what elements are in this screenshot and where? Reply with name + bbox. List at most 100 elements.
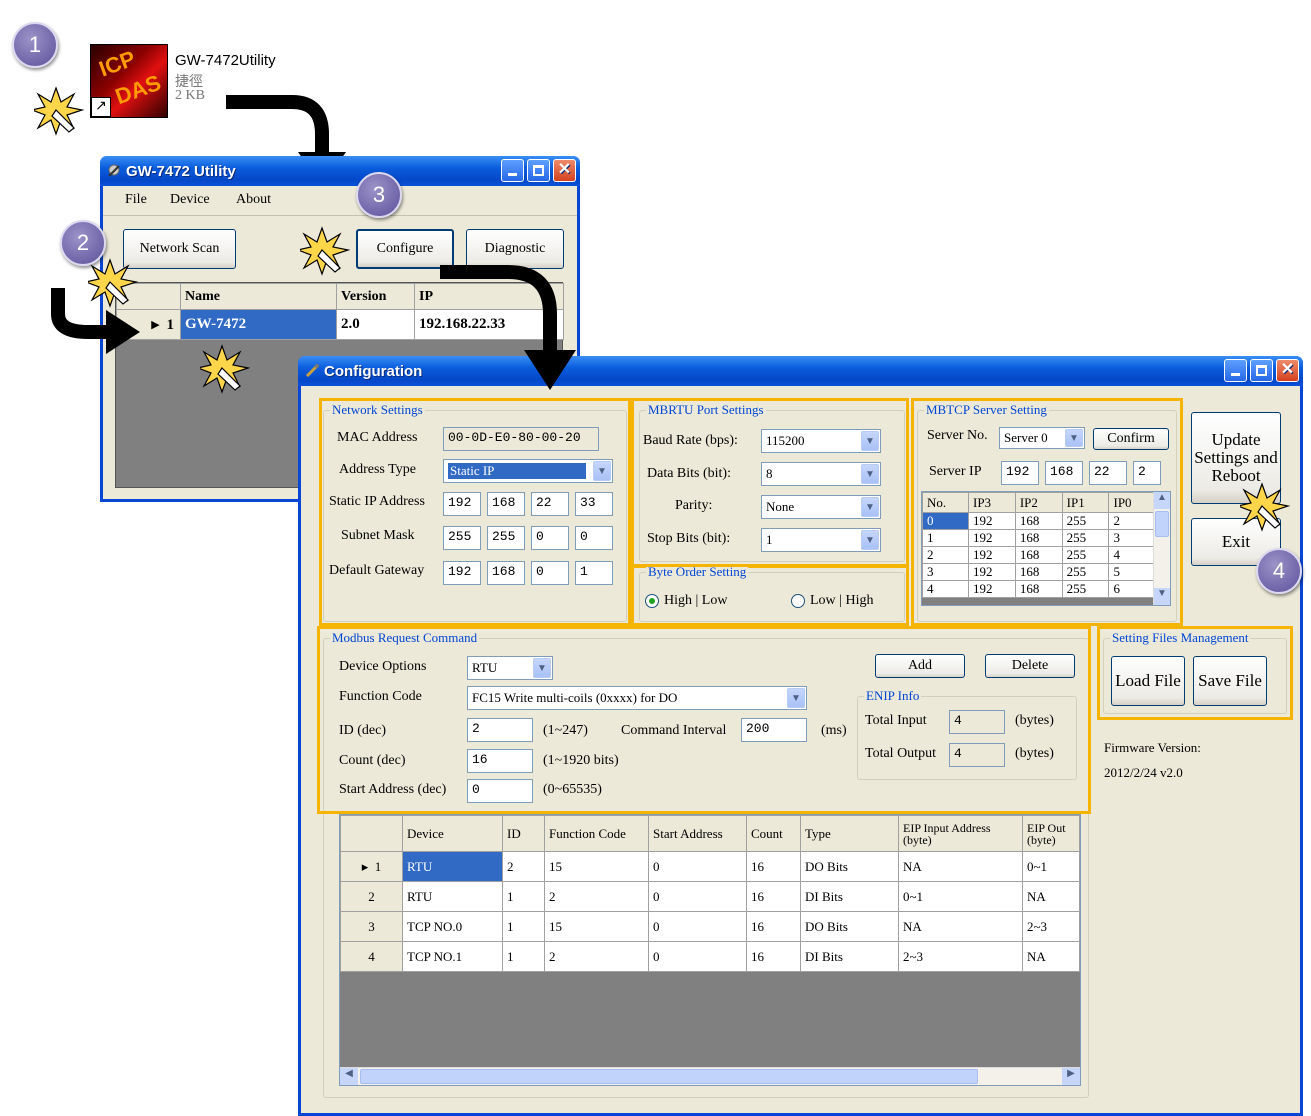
count-field[interactable]: 16 [467, 749, 533, 773]
subnet-mask-2[interactable]: 255 [487, 526, 525, 550]
scroll-thumb[interactable] [1155, 511, 1169, 537]
id-label: ID (dec) [339, 723, 387, 738]
save-file-button[interactable]: Save File [1193, 656, 1267, 706]
subnet-mask-1[interactable]: 255 [443, 526, 481, 550]
server-ip-1[interactable]: 192 [1001, 461, 1039, 485]
server-row[interactable]: 0 192 168 255 2 [922, 512, 1154, 530]
firmware-label: Firmware Version: [1104, 740, 1201, 755]
server-cell: 6 [1108, 580, 1154, 598]
function-code-label: Function Code [339, 689, 422, 704]
server-ip-2[interactable]: 168 [1045, 461, 1083, 485]
server-ip-label: Server IP [929, 464, 982, 479]
device-version: 2.0 [336, 309, 415, 340]
start-address-field[interactable]: 0 [467, 779, 533, 803]
load-file-button[interactable]: Load File [1111, 656, 1185, 706]
databits-select[interactable]: 8 ▼ [761, 462, 881, 486]
device-name[interactable]: GW-7472 [180, 309, 337, 340]
command-cell: RTU [402, 851, 503, 882]
command-row[interactable]: 4 TCP NO.1 1 2 0 16 DI Bits 2~3 NA [340, 941, 1080, 972]
server-ip-4[interactable]: 2 [1133, 461, 1161, 485]
close-button[interactable]: ✕ [1276, 359, 1299, 382]
static-ip-1[interactable]: 192 [443, 492, 481, 516]
scroll-left-icon[interactable]: ◀ [340, 1068, 358, 1085]
command-cell: 0~1 [898, 881, 1023, 912]
server-cell: 168 [1014, 512, 1063, 530]
maximize-button[interactable] [527, 159, 550, 182]
command-cell: TCP NO.0 [402, 911, 503, 942]
id-field[interactable]: 2 [467, 718, 533, 742]
scroll-up-icon[interactable]: ▲ [1154, 492, 1170, 509]
delete-button[interactable]: Delete [985, 654, 1075, 678]
gateway-3[interactable]: 0 [531, 561, 569, 585]
server-ip-3[interactable]: 22 [1089, 461, 1127, 485]
server-cell: 255 [1061, 580, 1110, 598]
network-scan-button[interactable]: Network Scan [123, 229, 236, 269]
command-row[interactable]: 2 RTU 1 2 0 16 DI Bits 0~1 NA [340, 881, 1080, 912]
close-button[interactable]: ✕ [553, 159, 576, 182]
subnet-mask-3[interactable]: 0 [531, 526, 569, 550]
command-cell: DO Bits [800, 911, 899, 942]
confirm-button[interactable]: Confirm [1093, 428, 1169, 450]
server-row[interactable]: 4 192 168 255 6 [922, 580, 1154, 598]
stopbits-select[interactable]: 1 ▼ [761, 528, 881, 552]
scroll-down-icon[interactable]: ▼ [1154, 588, 1170, 605]
server-row[interactable]: 2 192 168 255 4 [922, 546, 1154, 564]
subnet-mask-4[interactable]: 0 [575, 526, 613, 550]
command-table-hscrollbar[interactable]: ◀ ▶ [340, 1067, 1080, 1085]
utility-titlebar: GW-7472 Utility ✕ [100, 156, 580, 186]
minimize-button[interactable] [501, 159, 524, 182]
maximize-button[interactable] [1250, 359, 1273, 382]
row-number: 1 [374, 858, 382, 874]
scroll-thumb[interactable] [360, 1069, 978, 1084]
scroll-right-icon[interactable]: ▶ [1062, 1068, 1080, 1085]
gateway-4[interactable]: 1 [575, 561, 613, 585]
address-type-select[interactable]: Static IP ▼ [443, 459, 613, 483]
server-cell: 1 [922, 529, 969, 547]
server-cell: 168 [1014, 563, 1063, 581]
databits-label: Data Bits (bit): [647, 466, 731, 481]
configuration-window: Configuration ✕ Network Settings MAC Add… [298, 356, 1303, 1116]
menu-about[interactable]: About [236, 192, 271, 208]
device-row-num: 1 [166, 317, 175, 333]
click-cursor-icon [300, 226, 350, 276]
static-ip-3[interactable]: 22 [531, 492, 569, 516]
gateway-1[interactable]: 192 [443, 561, 481, 585]
baud-select[interactable]: 115200 ▼ [761, 429, 881, 453]
static-ip-4[interactable]: 33 [575, 492, 613, 516]
function-code-select[interactable]: FC15 Write multi-coils (0xxxx) for DO ▼ [467, 686, 807, 710]
server-list-scrollbar[interactable]: ▲ ▼ [1153, 492, 1170, 605]
radio-checked-icon [645, 594, 659, 608]
device-options-select[interactable]: RTU ▼ [467, 656, 553, 680]
mac-label: MAC Address [337, 430, 418, 445]
command-cell: 15 [544, 851, 649, 882]
add-button[interactable]: Add [875, 654, 965, 678]
command-row[interactable]: ▸ 1 RTU 2 15 0 16 DO Bits NA 0~1 [340, 851, 1080, 882]
device-options-label: Device Options [339, 659, 427, 674]
byte-order-opt1: High | Low [664, 593, 728, 608]
server-col: IP1 [1061, 492, 1110, 513]
total-input-label: Total Input [865, 713, 927, 728]
command-col: Function Code [544, 815, 649, 852]
stopbits-label: Stop Bits (bit): [647, 531, 731, 546]
server-cell: 255 [1061, 546, 1110, 564]
menu-device[interactable]: Device [170, 192, 210, 208]
server-cell: 255 [1061, 529, 1110, 547]
server-cell: 2 [1108, 512, 1154, 530]
gateway-2[interactable]: 168 [487, 561, 525, 585]
gw7472-shortcut-icon[interactable]: ICP DAS ↗ [90, 44, 168, 118]
server-no-value: Server 0 [1004, 430, 1048, 445]
command-cell: 0 [648, 881, 747, 912]
server-no-select[interactable]: Server 0 ▼ [999, 427, 1085, 449]
static-ip-2[interactable]: 168 [487, 492, 525, 516]
menu-file[interactable]: File [125, 192, 147, 208]
minimize-button[interactable] [1224, 359, 1247, 382]
server-row[interactable]: 1 192 168 255 3 [922, 529, 1154, 547]
command-row[interactable]: 3 TCP NO.0 1 15 0 16 DO Bits NA 2~3 [340, 911, 1080, 942]
command-col: Start Address [648, 815, 747, 852]
byte-order-low-high-radio[interactable]: Low | High [791, 593, 873, 609]
server-row[interactable]: 3 192 168 255 5 [922, 563, 1154, 581]
parity-select[interactable]: None ▼ [761, 495, 881, 519]
command-cell: 16 [746, 881, 801, 912]
byte-order-high-low-radio[interactable]: High | Low [645, 593, 727, 609]
interval-field[interactable]: 200 [741, 718, 807, 742]
